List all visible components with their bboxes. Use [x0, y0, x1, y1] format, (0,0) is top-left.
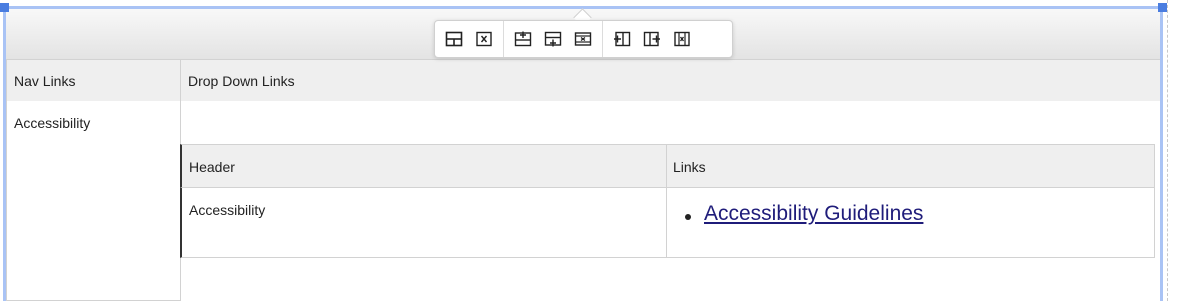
selection-frame-left: [3, 6, 6, 301]
insert-row-above-icon: [514, 31, 532, 47]
toolbar-group-columns: [602, 21, 701, 57]
inner-cell-header[interactable]: Accessibility: [180, 187, 667, 258]
toolbar-group-table: [435, 21, 503, 57]
bullet-icon: [685, 214, 691, 220]
toolbar-group-rows: [503, 21, 602, 57]
delete-table-button[interactable]: [469, 24, 499, 54]
header-label: Header: [189, 159, 235, 175]
resize-handle-top-left[interactable]: [0, 3, 9, 12]
insert-column-left-button[interactable]: [607, 24, 637, 54]
table-toolbar: [434, 20, 733, 58]
table-properties-button[interactable]: [439, 24, 469, 54]
insert-row-below-button[interactable]: [538, 24, 568, 54]
header-cell-drop-down-links[interactable]: Drop Down Links: [180, 59, 1161, 102]
resize-handle-top-right[interactable]: [1158, 3, 1167, 12]
delete-row-icon: [574, 32, 592, 46]
inner-table: Header Links Accessibility Accessibility…: [180, 144, 1155, 258]
delete-row-button[interactable]: [568, 24, 598, 54]
insert-row-below-icon: [544, 31, 562, 47]
table-cell-nav[interactable]: Accessibility: [6, 101, 181, 301]
inner-header-cell-header[interactable]: Header: [180, 144, 667, 188]
cell-text: Accessibility: [189, 202, 266, 218]
delete-table-icon: [476, 31, 492, 47]
header-label: Drop Down Links: [188, 73, 295, 89]
insert-row-above-button[interactable]: [508, 24, 538, 54]
accessibility-guidelines-link[interactable]: Accessibility Guidelines: [704, 202, 923, 226]
delete-column-button[interactable]: [667, 24, 697, 54]
table-properties-icon: [445, 31, 463, 47]
cell-text: Accessibility: [14, 115, 91, 131]
inner-header-cell-links[interactable]: Links: [666, 144, 1155, 188]
inner-cell-links[interactable]: Accessibility Guidelines: [666, 187, 1155, 258]
insert-column-right-button[interactable]: [637, 24, 667, 54]
selection-frame-right: [1160, 6, 1163, 301]
header-label: Links: [673, 159, 706, 175]
editor-scrollbar[interactable]: [1167, 0, 1182, 301]
header-label: Nav Links: [14, 73, 76, 89]
header-cell-nav-links[interactable]: Nav Links: [6, 59, 181, 102]
delete-column-icon: [674, 31, 690, 47]
insert-column-left-icon: [614, 31, 631, 47]
insert-column-right-icon: [643, 31, 660, 47]
